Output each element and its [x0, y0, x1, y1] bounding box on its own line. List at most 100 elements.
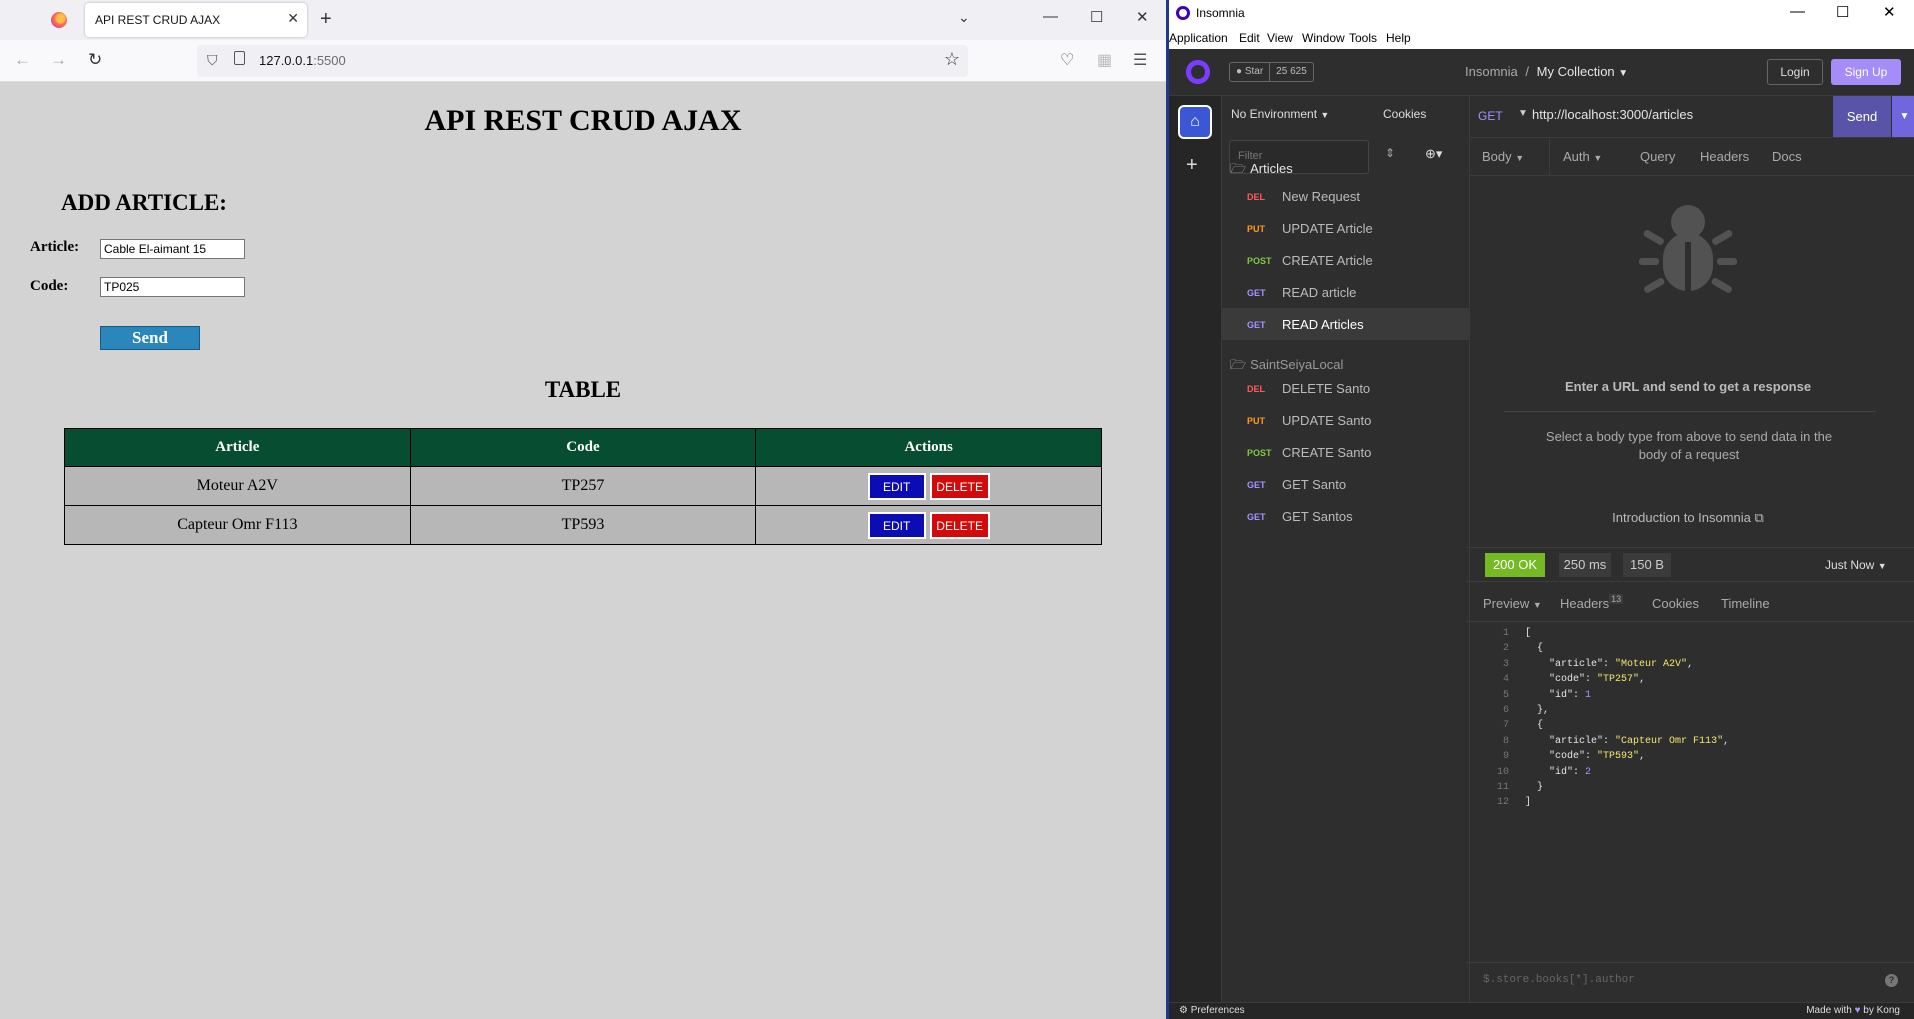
line-number: 9: [1502, 751, 1509, 763]
line-number: 3: [1502, 658, 1509, 670]
extensions-icon[interactable]: ▦: [1097, 50, 1112, 70]
delete-button[interactable]: DELETE: [929, 472, 990, 500]
response-history[interactable]: Just Now ▼: [1825, 558, 1887, 572]
jsonpath-filter-input[interactable]: $.store.books[*].author: [1483, 974, 1635, 986]
request-new-request[interactable]: DEL New Request: [1222, 180, 1470, 212]
chevron-down-icon[interactable]: ⌄: [958, 9, 970, 26]
folder-articles[interactable]: 🗁 Articles: [1230, 160, 1293, 182]
cell-article: Capteur Omr F113: [64, 505, 411, 545]
cell-code: TP593: [409, 505, 757, 545]
sort-icon[interactable]: ⇕: [1385, 146, 1395, 160]
environment-selector[interactable]: No Environment ▼: [1231, 107, 1329, 121]
request-read-articles[interactable]: GET READ Articles: [1222, 308, 1470, 340]
menu-tools[interactable]: Tools: [1349, 31, 1377, 45]
request-create-article[interactable]: POST CREATE Article: [1222, 244, 1470, 276]
back-icon[interactable]: ←: [14, 50, 31, 70]
shield-icon[interactable]: ⛉: [207, 52, 218, 69]
tab-headers[interactable]: Headers: [1700, 149, 1749, 164]
tab-response-headers[interactable]: Headers 13: [1560, 594, 1624, 611]
menu-window[interactable]: Window: [1302, 31, 1345, 45]
breadcrumb-collection[interactable]: My Collection: [1537, 64, 1615, 79]
method-badge: PUT: [1247, 416, 1265, 426]
new-tab-icon[interactable]: +: [320, 7, 332, 31]
tab-body[interactable]: Body ▼: [1482, 149, 1524, 164]
request-update-santo[interactable]: PUT UPDATE Santo: [1222, 404, 1470, 436]
maximize-icon[interactable]: ☐: [1836, 3, 1849, 21]
tab-timeline[interactable]: Timeline: [1721, 596, 1770, 611]
request-delete-santo[interactable]: DEL DELETE Santo: [1222, 372, 1470, 404]
code-line: 4 "code": "TP257",: [1493, 672, 1729, 687]
caret-down-icon[interactable]: ▼: [1518, 108, 1528, 119]
cookies-button[interactable]: Cookies: [1383, 107, 1426, 121]
url-text[interactable]: 127.0.0.1:5500: [259, 53, 346, 68]
add-project-icon[interactable]: +: [1186, 154, 1198, 177]
request-get-santo[interactable]: GET GET Santo: [1222, 468, 1470, 500]
request-get-santos[interactable]: GET GET Santos: [1222, 500, 1470, 532]
code-input[interactable]: TP025: [100, 277, 245, 297]
browser-tab[interactable]: API REST CRUD AJAX ✕: [85, 3, 307, 37]
folder-label: Articles: [1250, 161, 1293, 176]
edit-button[interactable]: EDIT: [867, 472, 926, 500]
caret-down-icon[interactable]: ▼: [1618, 68, 1628, 79]
menu-application[interactable]: Application: [1169, 31, 1228, 45]
github-star-button[interactable]: ● Star 25 625: [1229, 62, 1314, 82]
minimize-icon[interactable]: —: [1043, 8, 1058, 25]
page-icon[interactable]: [234, 51, 245, 65]
bookmark-star-icon[interactable]: ☆: [944, 49, 960, 70]
method-badge: GET: [1247, 320, 1266, 330]
home-icon[interactable]: ⌂: [1178, 105, 1212, 139]
preferences-button[interactable]: ⚙ Preferences: [1179, 1005, 1245, 1016]
insomnia-titlebar: Insomnia — ☐ ✕: [1169, 0, 1914, 27]
menu-icon[interactable]: ☰: [1133, 50, 1147, 70]
add-request-icon[interactable]: ⊕▾: [1425, 146, 1442, 162]
menu-edit[interactable]: Edit: [1239, 31, 1260, 45]
edit-button[interactable]: EDIT: [867, 511, 926, 539]
help-icon[interactable]: ?: [1885, 974, 1898, 987]
article-input[interactable]: Cable El-aimant 15: [100, 239, 245, 259]
url-bar[interactable]: ⛉ 127.0.0.1:5500 ☆: [197, 45, 968, 77]
url-port: :5500: [313, 53, 346, 68]
cell-actions: EDIT DELETE: [755, 505, 1102, 545]
menu-view[interactable]: View: [1267, 31, 1293, 45]
json-key: "code": [1549, 751, 1586, 763]
tab-auth[interactable]: Auth ▼: [1563, 149, 1602, 164]
insomnia-logo-icon[interactable]: [1186, 60, 1210, 84]
json-string: "Moteur A2V": [1615, 658, 1688, 670]
method-selector[interactable]: GET: [1478, 109, 1503, 123]
login-button[interactable]: Login: [1767, 59, 1823, 85]
breadcrumb-root[interactable]: Insomnia: [1465, 64, 1518, 79]
url-input[interactable]: http://localhost:3000/articles: [1532, 107, 1693, 122]
tab-query[interactable]: Query: [1640, 149, 1675, 164]
reload-icon[interactable]: ↻: [88, 50, 102, 70]
request-create-santo[interactable]: POST CREATE Santo: [1222, 436, 1470, 468]
request-label: UPDATE Santo: [1282, 413, 1372, 428]
pocket-icon[interactable]: ♡: [1060, 50, 1074, 70]
forward-icon[interactable]: →: [50, 50, 67, 70]
close-tab-icon[interactable]: ✕: [287, 10, 299, 27]
response-json-viewer[interactable]: 1[ 2 { 3 "article": "Moteur A2V", 4 "cod…: [1493, 626, 1729, 811]
intro-link[interactable]: Introduction to Insomnia ⧉: [1470, 510, 1906, 526]
tab-preview[interactable]: Preview ▼: [1483, 596, 1542, 611]
close-window-icon[interactable]: ✕: [1883, 3, 1896, 21]
request-update-article[interactable]: PUT UPDATE Article: [1222, 212, 1470, 244]
tab-response-cookies[interactable]: Cookies: [1652, 596, 1699, 611]
close-window-icon[interactable]: ✕: [1136, 8, 1149, 26]
line-number: 7: [1502, 720, 1509, 732]
signup-button[interactable]: Sign Up: [1831, 59, 1901, 85]
menu-help[interactable]: Help: [1386, 31, 1411, 45]
header-article: Article: [64, 428, 411, 467]
line-number: 5: [1502, 689, 1509, 701]
tab-docs[interactable]: Docs: [1772, 149, 1802, 164]
send-options-icon[interactable]: ▼: [1892, 96, 1914, 137]
caret-down-icon: ▼: [1320, 110, 1330, 120]
firefox-icon[interactable]: [51, 12, 67, 28]
send-request-button[interactable]: Send: [1833, 96, 1891, 137]
maximize-icon[interactable]: ☐: [1090, 8, 1103, 26]
empty-state-body: Select a body type from above to send da…: [1545, 429, 1833, 462]
json-key: "id": [1549, 766, 1574, 778]
delete-button[interactable]: DELETE: [929, 511, 990, 539]
request-read-article[interactable]: GET READ article: [1222, 276, 1470, 308]
minimize-icon[interactable]: —: [1790, 3, 1805, 20]
code-line: 5 "id": 1: [1493, 688, 1729, 703]
send-button[interactable]: Send: [100, 326, 200, 350]
